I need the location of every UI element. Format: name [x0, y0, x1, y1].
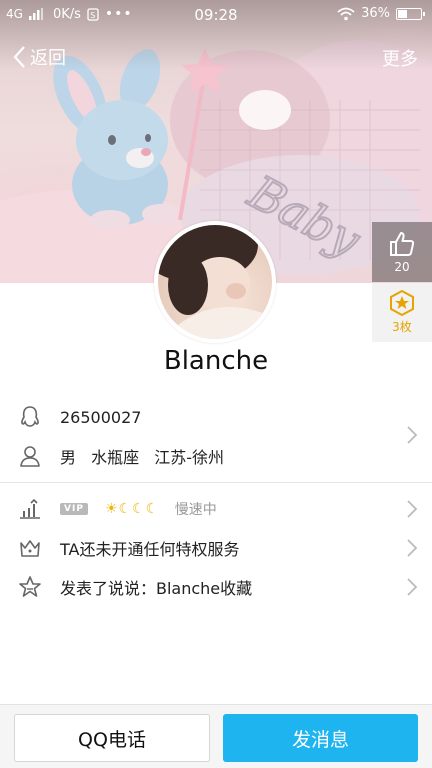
section-divider [0, 482, 432, 483]
moon-icon: ☾ [132, 501, 146, 518]
star-icon [18, 575, 42, 599]
back-button[interactable]: 返回 [12, 44, 66, 70]
privilege-row[interactable]: TA还未开通任何特权服务 [0, 535, 432, 561]
bottom-action-bar: QQ电话 发消息 [0, 704, 432, 768]
penguin-icon [18, 405, 42, 429]
status-bar: 4G 0K/s S ••• 09:28 36% [0, 0, 432, 30]
chevron-right-icon [407, 500, 418, 518]
medal-button[interactable]: 3枚 [372, 283, 432, 342]
vip-info: VIP ☀☾☾☾ 慢速中 [60, 499, 217, 520]
battery-icon [396, 7, 425, 20]
person-icon [18, 444, 42, 468]
medal-count: 3枚 [392, 320, 412, 334]
moon-icon: ☾ [145, 501, 160, 518]
avatar[interactable] [154, 221, 276, 343]
like-button[interactable]: 20 [372, 222, 432, 282]
chevron-right-icon [407, 578, 418, 596]
qq-number-row[interactable]: 26500027 [0, 404, 432, 430]
feed-text: 发表了说说：Blanche收藏 [60, 579, 253, 598]
gender: 男 [60, 448, 77, 467]
medal-icon [390, 290, 414, 316]
basic-info: 男 水瓶座 江苏-徐州 [60, 444, 224, 468]
vip-tag: VIP [60, 503, 88, 516]
nickname: Blanche [163, 346, 269, 376]
battery-percent: 36% [361, 6, 390, 21]
like-count: 20 [394, 260, 410, 274]
growth-chart-icon [18, 497, 42, 521]
thumbs-up-icon [390, 232, 415, 256]
zodiac: 水瓶座 [91, 448, 140, 467]
speed-status: 慢速中 [174, 502, 217, 519]
qq-number: 26500027 [60, 407, 142, 427]
back-label: 返回 [30, 48, 66, 69]
sun-icon: ☀ [105, 501, 119, 518]
qq-call-button[interactable]: QQ电话 [14, 714, 210, 762]
more-button[interactable]: 更多 [382, 45, 418, 71]
chevron-left-icon [13, 46, 25, 68]
location: 江苏-徐州 [154, 448, 224, 467]
vip-row[interactable]: VIP ☀☾☾☾ 慢速中 [0, 496, 432, 522]
level-icons: ☀☾☾☾ [105, 501, 165, 517]
basic-info-row[interactable]: 男 水瓶座 江苏-徐州 [0, 443, 432, 469]
send-message-button[interactable]: 发消息 [223, 714, 418, 762]
crown-icon [18, 536, 42, 560]
feed-row[interactable]: 发表了说说：Blanche收藏 [0, 574, 432, 600]
battery-level [398, 9, 407, 18]
avatar-photo [158, 225, 272, 339]
moon-icon: ☾ [118, 501, 133, 518]
chevron-right-icon [407, 539, 418, 557]
privilege-text: TA还未开通任何特权服务 [60, 540, 240, 559]
wifi-icon [337, 7, 355, 20]
chevron-right-icon [407, 426, 418, 444]
